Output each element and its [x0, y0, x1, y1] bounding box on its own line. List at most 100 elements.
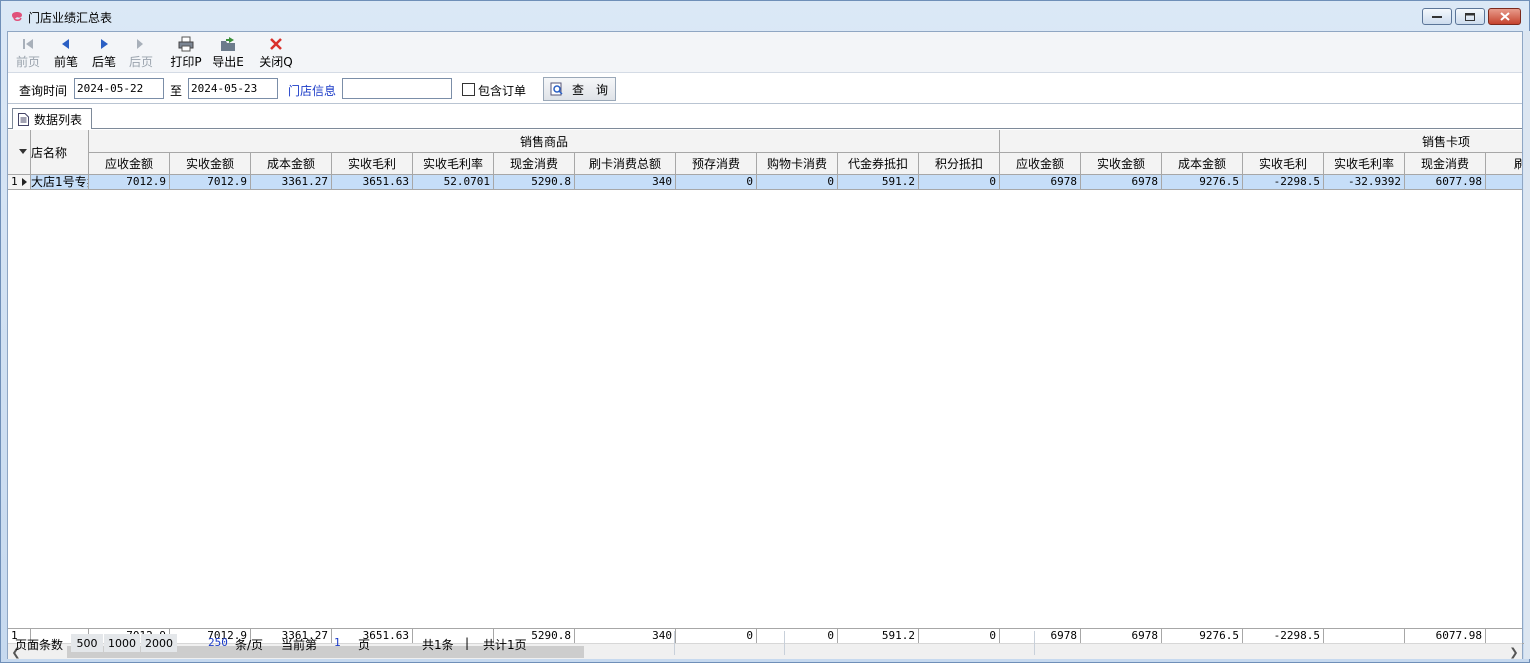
column-header[interactable]: 现金消费 [1405, 153, 1486, 175]
store-name-cell[interactable]: 大店1号专卖 [31, 175, 89, 190]
table-cell[interactable]: 5290.8 [494, 175, 575, 190]
table-cell[interactable]: 3361.27 [251, 175, 332, 190]
table-cell[interactable]: 6077.98 [1405, 175, 1486, 190]
store-name-header[interactable]: 店名称 [31, 130, 89, 175]
tab-strip: 数据列表 [8, 105, 1522, 129]
column-header[interactable]: 成本金额 [251, 153, 332, 175]
maximize-button[interactable] [1455, 8, 1485, 25]
page-unit-label: 页 [358, 638, 371, 652]
total-records: 共1条 [422, 638, 454, 652]
column-header[interactable]: 实收金额 [1081, 153, 1162, 175]
table-cell[interactable]: 6978 [1000, 175, 1081, 190]
status-separator [1034, 631, 1035, 655]
page-size-2000[interactable]: 2000 [141, 634, 177, 652]
close-x-icon [270, 38, 282, 50]
close-window-button[interactable] [1488, 8, 1521, 25]
table-cell[interactable]: 52.0701 [413, 175, 494, 190]
table-cell[interactable]: 0 [757, 175, 838, 190]
next-record-button[interactable]: 后笔 [90, 34, 118, 72]
current-page-number[interactable]: 1 [334, 636, 341, 649]
current-page-size[interactable]: 250 [208, 636, 228, 649]
last-page-icon [137, 39, 143, 49]
prev-record-button[interactable]: 前笔 [52, 34, 80, 72]
close-button[interactable]: 关闭Q [259, 34, 293, 72]
data-grid: 店名称 销售商品 销售卡项 应收金额 实收金额 成本金额 实收毛利 实收毛利率 现金消费刷… [8, 130, 1522, 628]
column-header[interactable]: 刷卡 [1486, 153, 1522, 175]
current-row-icon [22, 178, 27, 186]
main-panel: 前页 前笔 后笔 后页 打印P 导出E 关闭Q 查询时间 2024-05-22 … [7, 31, 1530, 659]
sales-goods-group-header: 销售商品 [89, 130, 1000, 153]
sales-cards-group-header: 销售卡项 [1000, 130, 1522, 153]
column-header[interactable]: 实收毛利率 [1324, 153, 1405, 175]
table-cell[interactable]: 6978 [1081, 175, 1162, 190]
current-page-label: 当前第 [281, 638, 318, 652]
column-header[interactable]: 刷卡消费总额 [575, 153, 676, 175]
first-page-icon [23, 39, 33, 49]
status-bar: 页面条数 500 1000 2000 250 条/页 当前第 1 页 共1条 |… [1, 629, 1529, 657]
date-from-input[interactable]: 2024-05-22 [74, 78, 164, 99]
sort-down-icon [19, 149, 27, 154]
column-header[interactable]: 应收金额 [89, 153, 170, 175]
column-header[interactable]: 实收金额 [170, 153, 251, 175]
column-header[interactable]: 实收毛利 [1243, 153, 1324, 175]
printer-icon [178, 36, 194, 52]
table-cell[interactable] [1486, 175, 1522, 190]
per-page-label: 条/页 [235, 638, 264, 652]
table-cell[interactable]: 9276.5 [1162, 175, 1243, 190]
status-divider: | [465, 636, 470, 650]
status-separator [784, 631, 785, 655]
column-header[interactable]: 实收毛利 [332, 153, 413, 175]
column-header[interactable]: 代金券抵扣 [838, 153, 919, 175]
minimize-button[interactable] [1422, 8, 1452, 25]
document-icon [18, 112, 29, 126]
table-cell[interactable]: 3651.63 [332, 175, 413, 190]
app-logo-icon [12, 12, 22, 21]
column-header[interactable]: 成本金额 [1162, 153, 1243, 175]
page-size-1000[interactable]: 1000 [104, 634, 140, 652]
column-header[interactable]: 应收金额 [1000, 153, 1081, 175]
prev-arrow-icon [62, 39, 69, 49]
filter-bar: 查询时间 2024-05-22 至 2024-05-23 门店信息 包含订单 查… [8, 74, 1522, 104]
total-pages: 共计1页 [483, 638, 527, 652]
title-bar: 门店业绩汇总表 [1, 1, 1529, 31]
first-page-button[interactable]: 前页 [14, 34, 42, 72]
export-button[interactable]: 导出E [211, 34, 245, 72]
right-edge [1524, 31, 1530, 659]
table-cell[interactable]: -2298.5 [1243, 175, 1324, 190]
toolbar: 前页 前笔 后笔 后页 打印P 导出E 关闭Q [8, 32, 1522, 73]
next-arrow-icon [101, 39, 108, 49]
maximize-icon [1465, 12, 1475, 21]
column-header[interactable]: 积分抵扣 [919, 153, 1000, 175]
table-cell[interactable]: 0 [676, 175, 757, 190]
include-orders-checkbox[interactable] [462, 83, 475, 96]
app-window: 门店业绩汇总表 前页 前笔 后笔 后页 打印P 导出E 关闭Q 查询时间 202… [0, 0, 1530, 663]
row-indicator[interactable]: 1 [8, 175, 31, 190]
minimize-icon [1432, 15, 1442, 18]
to-label: 至 [170, 84, 183, 98]
last-page-button[interactable]: 后页 [127, 34, 155, 72]
query-button[interactable]: 查 询 [543, 77, 616, 101]
include-orders-label: 包含订单 [478, 84, 527, 98]
page-size-500[interactable]: 500 [71, 634, 103, 652]
column-header[interactable]: 实收毛利率 [413, 153, 494, 175]
column-header[interactable]: 预存消费 [676, 153, 757, 175]
table-cell[interactable]: -32.9392 [1324, 175, 1405, 190]
store-input[interactable] [342, 78, 452, 99]
tab-data-list[interactable]: 数据列表 [12, 108, 92, 129]
table-cell[interactable]: 7012.9 [89, 175, 170, 190]
status-separator [674, 631, 675, 655]
grid-corner[interactable] [8, 130, 31, 175]
print-button[interactable]: 打印P [169, 34, 203, 72]
table-cell[interactable]: 0 [919, 175, 1000, 190]
search-icon [550, 82, 563, 96]
query-time-label: 查询时间 [19, 84, 68, 98]
table-cell[interactable]: 7012.9 [170, 175, 251, 190]
date-to-input[interactable]: 2024-05-23 [188, 78, 278, 99]
store-info-link[interactable]: 门店信息 [288, 82, 336, 99]
table-cell[interactable]: 340 [575, 175, 676, 190]
column-header[interactable]: 现金消费 [494, 153, 575, 175]
close-icon [1499, 12, 1510, 21]
table-cell[interactable]: 591.2 [838, 175, 919, 190]
window-title: 门店业绩汇总表 [28, 11, 113, 25]
column-header[interactable]: 购物卡消费 [757, 153, 838, 175]
